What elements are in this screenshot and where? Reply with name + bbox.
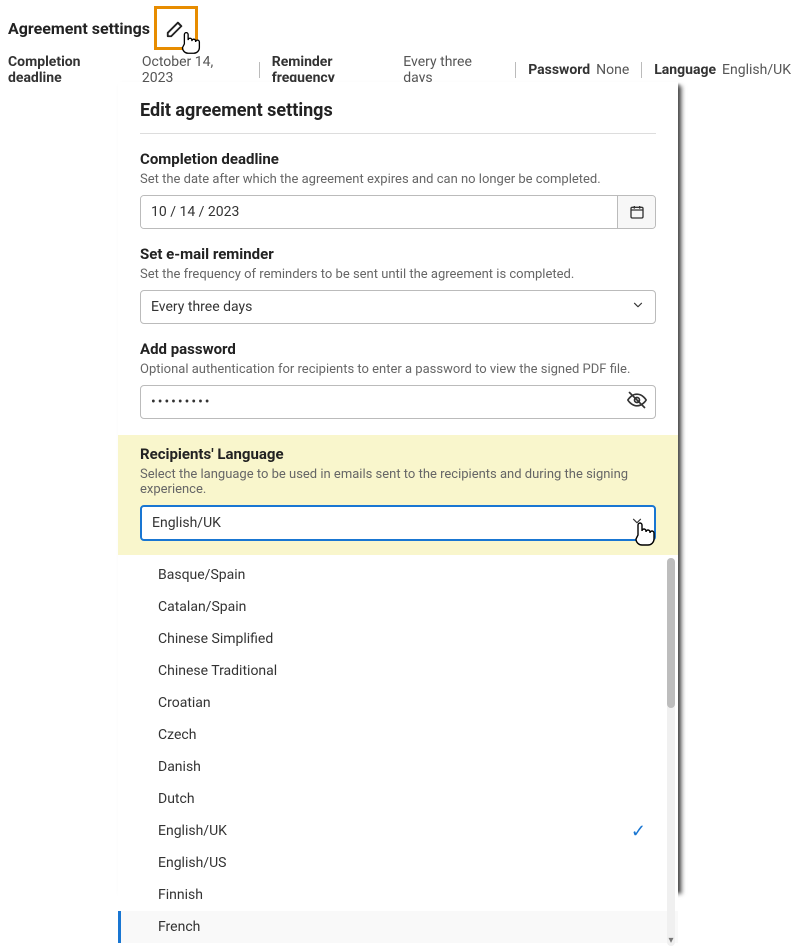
language-option-label: Catalan/Spain bbox=[158, 599, 246, 615]
language-option[interactable]: Czech✓ bbox=[118, 719, 678, 751]
language-option[interactable]: Chinese Traditional✓ bbox=[118, 655, 678, 687]
language-title: Recipients' Language bbox=[140, 445, 656, 463]
language-option-label: Dutch bbox=[158, 791, 195, 807]
summary-deadline-label: Completion deadline bbox=[8, 54, 136, 86]
chevron-down-icon bbox=[631, 298, 645, 316]
summary-password-label: Password bbox=[528, 62, 590, 78]
calendar-icon bbox=[629, 204, 645, 220]
language-option-label: French bbox=[158, 919, 200, 935]
separator bbox=[259, 62, 260, 78]
language-option[interactable]: Finnish✓ bbox=[118, 879, 678, 911]
language-option[interactable]: Dutch✓ bbox=[118, 783, 678, 815]
language-option-label: Czech bbox=[158, 727, 196, 743]
language-option-label: English/UK bbox=[158, 823, 227, 839]
scrollbar-thumb[interactable] bbox=[667, 558, 675, 708]
language-option-label: English/US bbox=[158, 855, 226, 871]
recipients-language-select[interactable]: English/UK bbox=[140, 505, 656, 541]
deadline-desc: Set the date after which the agreement e… bbox=[140, 172, 656, 187]
eye-off-icon bbox=[627, 390, 647, 410]
language-option[interactable]: Chinese Simplified✓ bbox=[118, 623, 678, 655]
pencil-icon bbox=[165, 17, 187, 39]
check-icon: ✓ bbox=[631, 821, 646, 842]
language-option[interactable]: English/US✓ bbox=[118, 847, 678, 879]
modal-title: Edit agreement settings bbox=[140, 100, 656, 134]
language-option[interactable]: German✓ bbox=[118, 943, 678, 949]
page-title: Agreement settings bbox=[8, 19, 150, 38]
language-option[interactable]: Basque/Spain✓ bbox=[118, 559, 678, 591]
password-desc: Optional authentication for recipients t… bbox=[140, 362, 656, 377]
reminder-frequency-value: Every three days bbox=[151, 299, 252, 315]
language-option-label: Chinese Simplified bbox=[158, 631, 273, 647]
scrollbar-down-arrow[interactable]: ▾ bbox=[667, 934, 675, 946]
calendar-button[interactable] bbox=[617, 196, 655, 228]
password-input[interactable] bbox=[151, 394, 627, 410]
language-option[interactable]: Catalan/Spain✓ bbox=[118, 591, 678, 623]
dropdown-scrollbar[interactable]: ▾ bbox=[667, 558, 675, 946]
summary-language-label: Language bbox=[654, 62, 716, 78]
language-option-label: Finnish bbox=[158, 887, 203, 903]
password-field[interactable] bbox=[140, 385, 656, 419]
reminder-frequency-select[interactable]: Every three days bbox=[140, 290, 656, 324]
completion-deadline-field[interactable] bbox=[140, 195, 656, 229]
reminder-title: Set e-mail reminder bbox=[140, 245, 656, 263]
toggle-password-visibility-button[interactable] bbox=[627, 390, 647, 414]
separator bbox=[641, 62, 642, 78]
deadline-title: Completion deadline bbox=[140, 150, 656, 168]
language-option[interactable]: French✓ bbox=[118, 911, 678, 943]
language-option[interactable]: Croatian✓ bbox=[118, 687, 678, 719]
chevron-down-icon bbox=[630, 514, 644, 532]
reminder-desc: Set the frequency of reminders to be sen… bbox=[140, 267, 656, 282]
edit-settings-modal: Edit agreement settings Completion deadl… bbox=[118, 82, 678, 890]
summary-language-value: English/UK bbox=[722, 62, 791, 78]
language-option-label: Chinese Traditional bbox=[158, 663, 277, 679]
summary-password-value: None bbox=[596, 62, 629, 78]
recipients-language-value: English/UK bbox=[152, 515, 221, 531]
language-dropdown[interactable]: Basque/Spain✓Catalan/Spain✓Chinese Simpl… bbox=[118, 555, 678, 949]
language-option-label: Croatian bbox=[158, 695, 211, 711]
language-option-label: Basque/Spain bbox=[158, 567, 245, 583]
password-title: Add password bbox=[140, 340, 656, 358]
language-option[interactable]: English/UK ✓ bbox=[118, 815, 678, 847]
language-option[interactable]: Danish✓ bbox=[118, 751, 678, 783]
separator bbox=[515, 62, 516, 78]
language-desc: Select the language to be used in emails… bbox=[140, 467, 656, 497]
language-option-label: Danish bbox=[158, 759, 201, 775]
edit-settings-button[interactable] bbox=[154, 6, 198, 50]
completion-deadline-input[interactable] bbox=[141, 196, 617, 228]
